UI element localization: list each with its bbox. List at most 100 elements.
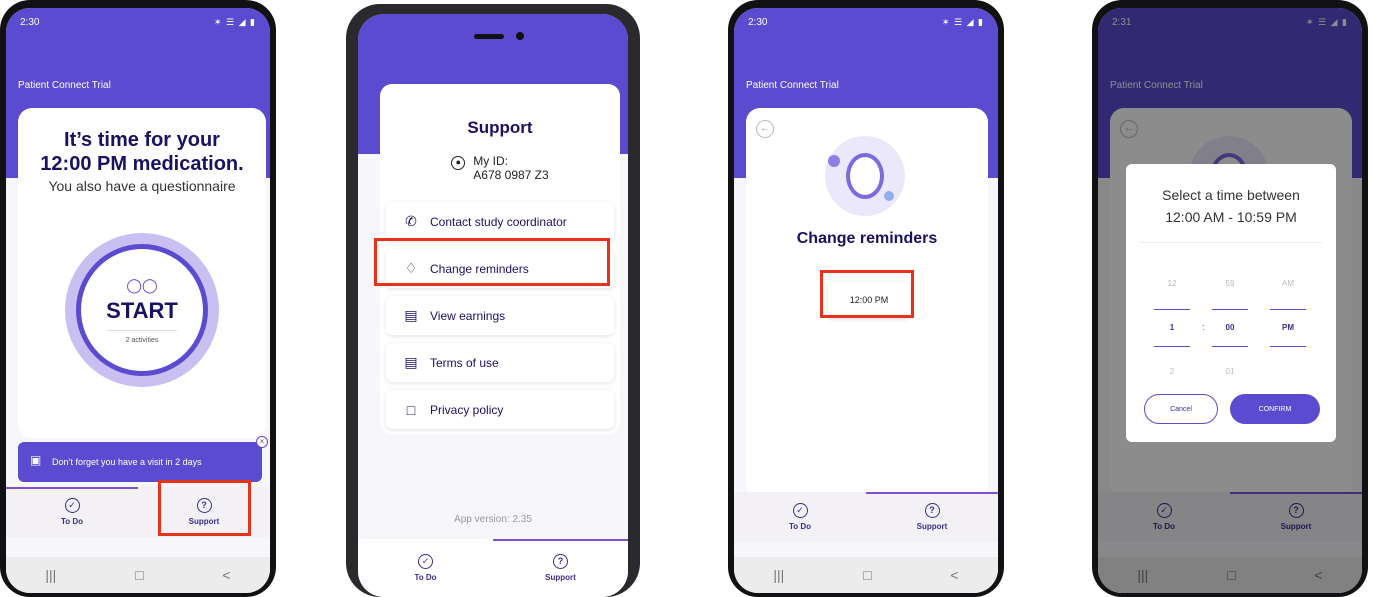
my-id-value: A678 0987 Z3 [473, 168, 549, 182]
system-nav: ||| □ < [6, 557, 270, 593]
check-icon: ✓ [418, 554, 433, 569]
tab-todo[interactable]: ✓ To Do [734, 492, 866, 542]
hour-selected: 1 [1154, 309, 1190, 347]
status-time: 2:30 [20, 16, 40, 28]
ampm-prev: AM [1282, 279, 1294, 288]
phone-time-picker-screen: 2:31 ✶ ☰ ◢ ▮ Patient Connect Trial ← ✓ T… [1092, 0, 1368, 597]
nav-indicator [866, 492, 998, 494]
page-title: Support [467, 118, 533, 137]
check-bubble-small-icon [884, 191, 894, 201]
phone-change-reminders-screen: 2:30 ✶ ☰ ◢ ▮ Patient Connect Trial ← Cha… [728, 0, 1004, 597]
help-icon: ? [553, 554, 568, 569]
camera-dot [516, 32, 524, 40]
tab-support-label: Support [545, 573, 576, 582]
highlight-reminder-time [820, 270, 914, 318]
menu-view-earnings[interactable]: ▤ View earnings [386, 296, 614, 335]
hour-column[interactable]: 12 1 2 [1154, 262, 1190, 394]
menu-label: View earnings [430, 308, 506, 323]
highlight-change-reminders [374, 238, 610, 286]
status-bar: 2:30 ✶ ☰ ◢ ▮ [6, 8, 270, 36]
my-id: ● My ID: A678 0987 Z3 [380, 154, 620, 182]
screen: 2:31 ✶ ☰ ◢ ▮ Patient Connect Trial ← ✓ T… [1098, 8, 1362, 593]
app-version: App version: 2.35 [454, 514, 532, 525]
menu-privacy-policy[interactable]: □ Privacy policy [386, 390, 614, 429]
banner-text: Don’t forget you have a visit in 2 days [52, 456, 202, 467]
nav-indicator [6, 487, 138, 489]
menu-contact-coordinator[interactable]: ✆ Contact study coordinator [386, 202, 614, 241]
phone-support-screen: Support ● My ID: A678 0987 Z3 ✆ Contact … [346, 4, 640, 597]
check-bubble-icon [828, 155, 840, 167]
tab-todo[interactable]: ✓ To Do [358, 539, 493, 597]
dialog-line2: 12:00 AM - 10:59 PM [1165, 209, 1297, 225]
speaker-notch [474, 34, 504, 39]
time-colon: : [1202, 322, 1205, 332]
tab-todo-label: To Do [788, 522, 812, 531]
dialog-title: Select a time between 12:00 AM - 10:59 P… [1126, 184, 1336, 228]
phone-icon: ✆ [405, 213, 417, 229]
home-icon[interactable]: □ [135, 567, 143, 583]
check-icon: ✓ [64, 498, 80, 513]
hour-next: 2 [1169, 367, 1175, 376]
start-divider [107, 329, 177, 331]
dialog-line1: Select a time between [1162, 187, 1300, 203]
close-icon[interactable]: × [256, 436, 268, 448]
app-title: Patient Connect Trial [18, 80, 111, 91]
back-arrow-icon[interactable]: ← [756, 120, 774, 138]
ampm-column[interactable]: AM PM [1270, 262, 1306, 350]
tab-support[interactable]: ? Support [493, 539, 628, 597]
check-icon: ✓ [792, 503, 808, 518]
status-icons: ✶ ☰ ◢ ▮ [214, 16, 256, 27]
minute-next: 01 [1225, 367, 1235, 376]
bottom-nav: ✓ To Do ? Support [358, 539, 628, 597]
confirm-button[interactable]: CONFIRM [1230, 394, 1320, 424]
help-icon: ? [924, 503, 940, 518]
highlight-support [158, 480, 251, 536]
status-bar: 2:30 ✶ ☰ ◢ ▮ [734, 8, 998, 36]
document-icon: ▤ [404, 354, 418, 370]
user-icon: ● [451, 156, 466, 170]
system-nav: ||| □ < [734, 557, 998, 593]
app-title: Patient Connect Trial [746, 80, 839, 91]
minute-selected: 00 [1212, 309, 1248, 347]
ampm-selected: PM [1270, 309, 1306, 347]
tab-todo-label: To Do [60, 517, 84, 526]
menu-label: Privacy policy [430, 402, 504, 417]
status-icons: ✶ ☰ ◢ ▮ [942, 16, 984, 27]
tab-support[interactable]: ? Support [866, 492, 998, 542]
start-button[interactable]: ◯◯ START 2 activities [65, 233, 219, 387]
phone-todo-screen: 2:30 ✶ ☰ ◢ ▮ Patient Connect Trial It’s … [0, 0, 276, 597]
medication-card: It’s time for your 12:00 PM medication. … [18, 108, 266, 438]
visit-banner[interactable]: ▣ Don’t forget you have a visit in 2 day… [18, 436, 268, 482]
page-title: Change reminders [796, 230, 938, 247]
clock-illustration [825, 136, 905, 216]
nav-indicator [493, 539, 628, 541]
back-icon[interactable]: < [950, 567, 958, 583]
home-icon[interactable]: □ [863, 567, 871, 583]
tab-todo[interactable]: ✓ To Do [6, 487, 138, 537]
menu-terms-of-use[interactable]: ▤ Terms of use [386, 343, 614, 382]
recents-icon[interactable]: ||| [45, 567, 56, 583]
back-icon[interactable]: < [222, 567, 230, 583]
recents-icon[interactable]: ||| [773, 567, 784, 583]
tab-support-label: Support [916, 522, 948, 531]
subline: You also have a questionnaire [48, 178, 236, 194]
clock-icon [828, 153, 894, 201]
activity-icon: ◯◯ [126, 276, 158, 293]
start-activities: 2 activities [125, 336, 159, 344]
card-icon: ▤ [404, 307, 418, 323]
headline-line2: 12:00 PM medication. [40, 153, 244, 175]
screen: Support ● My ID: A678 0987 Z3 ✆ Contact … [358, 14, 628, 597]
menu-label: Terms of use [430, 355, 499, 370]
screen: 2:30 ✶ ☰ ◢ ▮ Patient Connect Trial It’s … [6, 8, 270, 593]
dialog-divider [1140, 242, 1322, 243]
bottom-nav: ✓ To Do ? Support [734, 492, 998, 542]
hour-prev: 12 [1167, 279, 1177, 288]
status-time: 2:30 [748, 16, 768, 28]
menu-label: Contact study coordinator [430, 214, 567, 229]
cancel-button[interactable]: Cancel [1144, 394, 1218, 424]
my-id-label: My ID: [473, 154, 508, 168]
calendar-icon: ▣ [30, 453, 42, 467]
minute-prev: 59 [1225, 279, 1235, 288]
start-inner: ◯◯ START 2 activities [76, 244, 208, 376]
minute-column[interactable]: 59 00 01 [1212, 262, 1248, 394]
